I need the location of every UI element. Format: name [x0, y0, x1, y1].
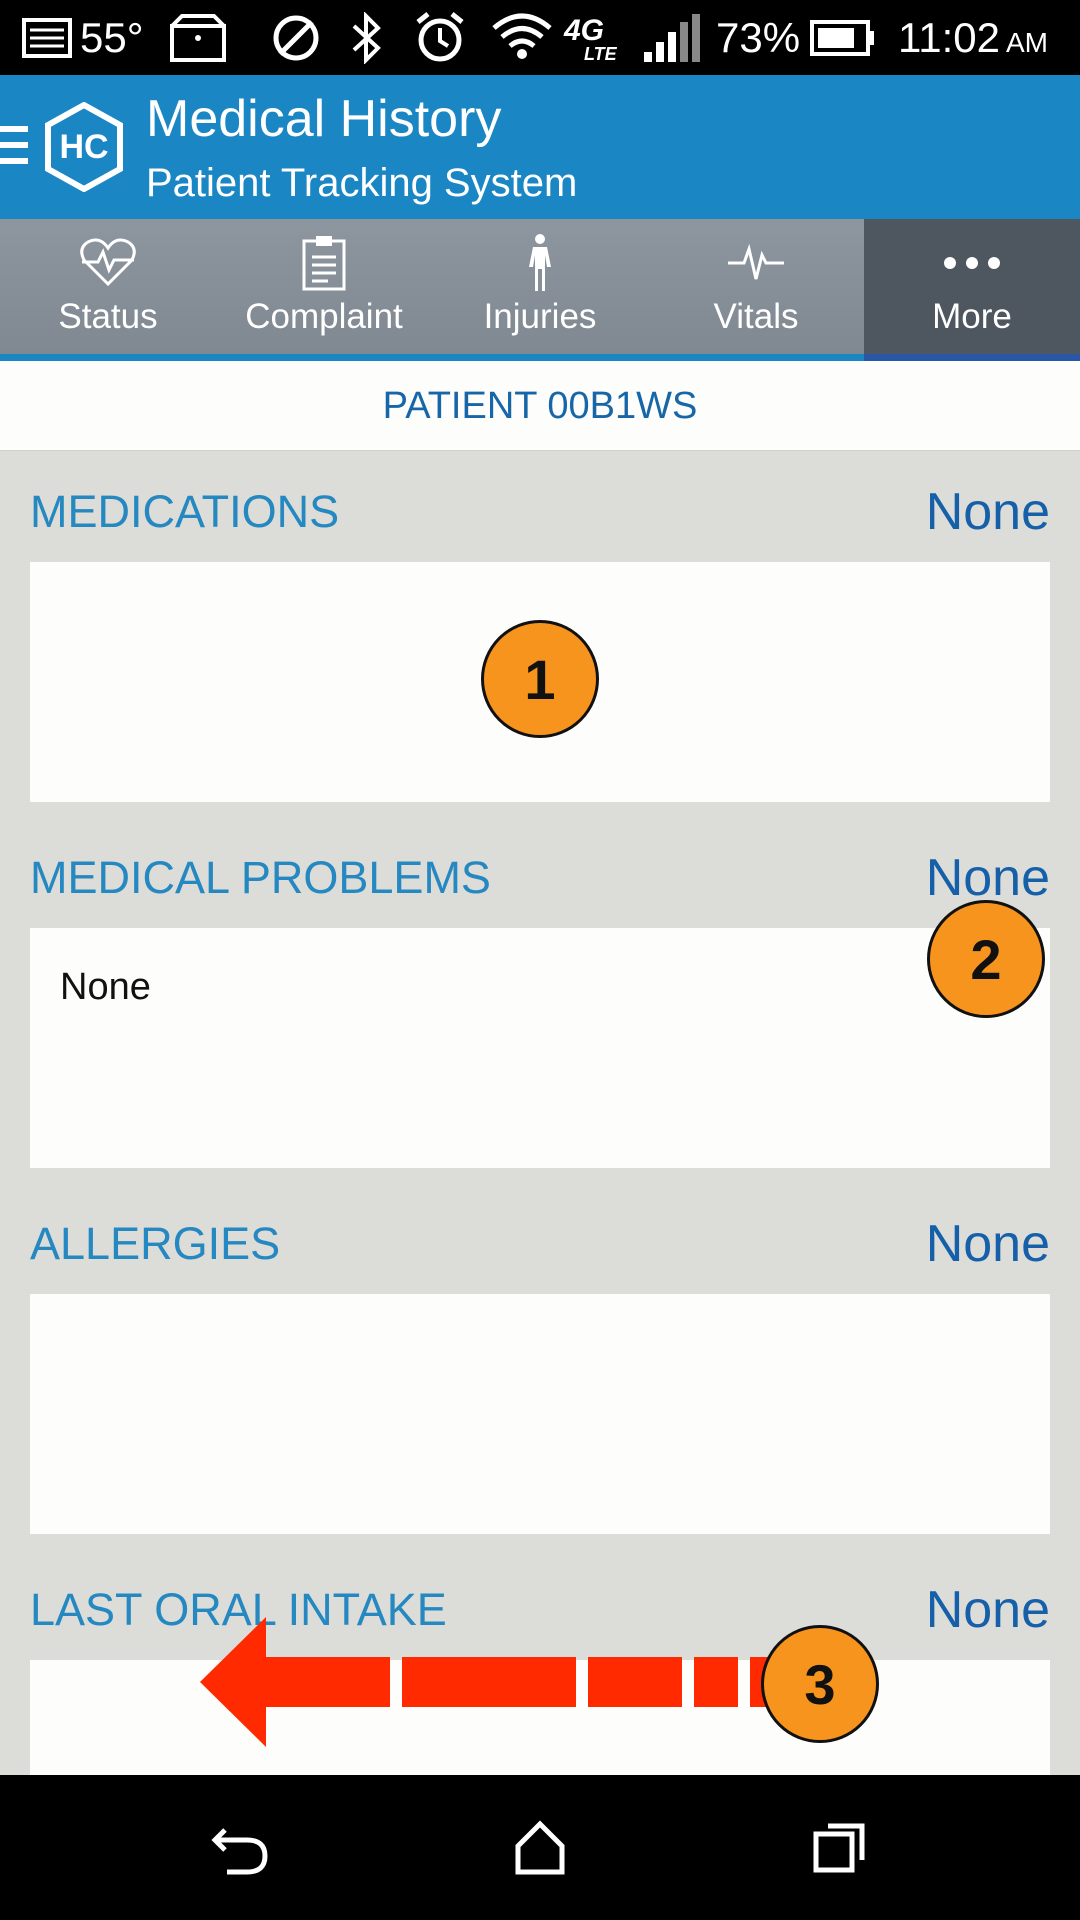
tab-bar: Status Complaint Injuries Vitals More — [0, 219, 1080, 361]
swipe-left-arrow-icon — [200, 1617, 772, 1747]
svg-text:HC: HC — [59, 128, 108, 166]
tab-active-indicator — [864, 354, 1080, 361]
allergies-value[interactable]: None — [926, 1214, 1050, 1274]
bag-icon — [168, 0, 228, 75]
tab-label: Injuries — [483, 297, 597, 336]
more-dots-icon — [864, 231, 1080, 295]
battery-icon — [810, 0, 876, 75]
signal-icon — [644, 0, 700, 75]
patient-header: PATIENT 00B1WS — [0, 361, 1080, 451]
tab-label: Vitals — [713, 297, 799, 336]
app-bar: HC Medical History Patient Tracking Syst… — [0, 75, 1080, 219]
medical-problems-value[interactable]: None — [926, 848, 1050, 908]
medications-value[interactable]: None — [926, 482, 1050, 542]
medications-title: MEDICATIONS — [30, 486, 340, 537]
heart-pulse-icon — [0, 231, 216, 295]
status-bar: 55° 4G LTE 73% 11:02 AM — [0, 0, 1080, 75]
body-icon — [432, 231, 648, 295]
svg-text:LTE: LTE — [584, 44, 618, 64]
medical-problems-field[interactable]: None — [30, 928, 1050, 1168]
medical-problems-title: MEDICAL PROBLEMS — [30, 852, 491, 903]
tab-label: More — [932, 297, 1012, 336]
allergies-title: ALLERGIES — [30, 1218, 281, 1269]
nfc-icon — [270, 0, 322, 75]
alarm-icon — [412, 0, 468, 75]
clipboard-icon — [216, 231, 432, 295]
temperature-text: 55° — [80, 13, 144, 61]
ecg-icon — [648, 231, 864, 295]
allergies-field[interactable] — [30, 1294, 1050, 1534]
hc-logo: HC — [44, 101, 124, 193]
lte-icon: 4G LTE — [562, 0, 626, 75]
clock-ampm: AM — [1006, 26, 1048, 58]
patient-id: PATIENT 00B1WS — [382, 385, 698, 427]
navigation-bar — [0, 1775, 1080, 1920]
back-icon[interactable] — [206, 1813, 276, 1883]
bluetooth-icon — [350, 0, 384, 75]
last-oral-intake-value[interactable]: None — [926, 1580, 1050, 1640]
tab-complaint[interactable]: Complaint — [216, 219, 432, 361]
medical-problems-text: None — [60, 966, 151, 1008]
tab-more[interactable]: More — [864, 219, 1080, 361]
menu-icon[interactable] — [0, 126, 30, 166]
weather-widget-icon — [22, 0, 72, 75]
home-icon[interactable] — [505, 1813, 575, 1883]
tab-label: Complaint — [245, 297, 403, 336]
tab-injuries[interactable]: Injuries — [432, 219, 648, 361]
annotation-marker-1: 1 — [481, 620, 599, 738]
clock-time: 11:02 — [898, 13, 1000, 61]
page-subtitle: Patient Tracking System — [146, 161, 578, 205]
annotation-marker-3: 3 — [761, 1625, 879, 1743]
annotation-marker-2: 2 — [927, 900, 1045, 1018]
tab-label: Status — [58, 297, 158, 336]
svg-text:4G: 4G — [563, 14, 604, 47]
tab-vitals[interactable]: Vitals — [648, 219, 864, 361]
battery-percent: 73% — [716, 13, 801, 61]
page-title: Medical History — [146, 90, 502, 148]
wifi-icon — [490, 0, 554, 75]
tab-status[interactable]: Status — [0, 219, 216, 361]
recent-apps-icon[interactable] — [805, 1813, 875, 1883]
